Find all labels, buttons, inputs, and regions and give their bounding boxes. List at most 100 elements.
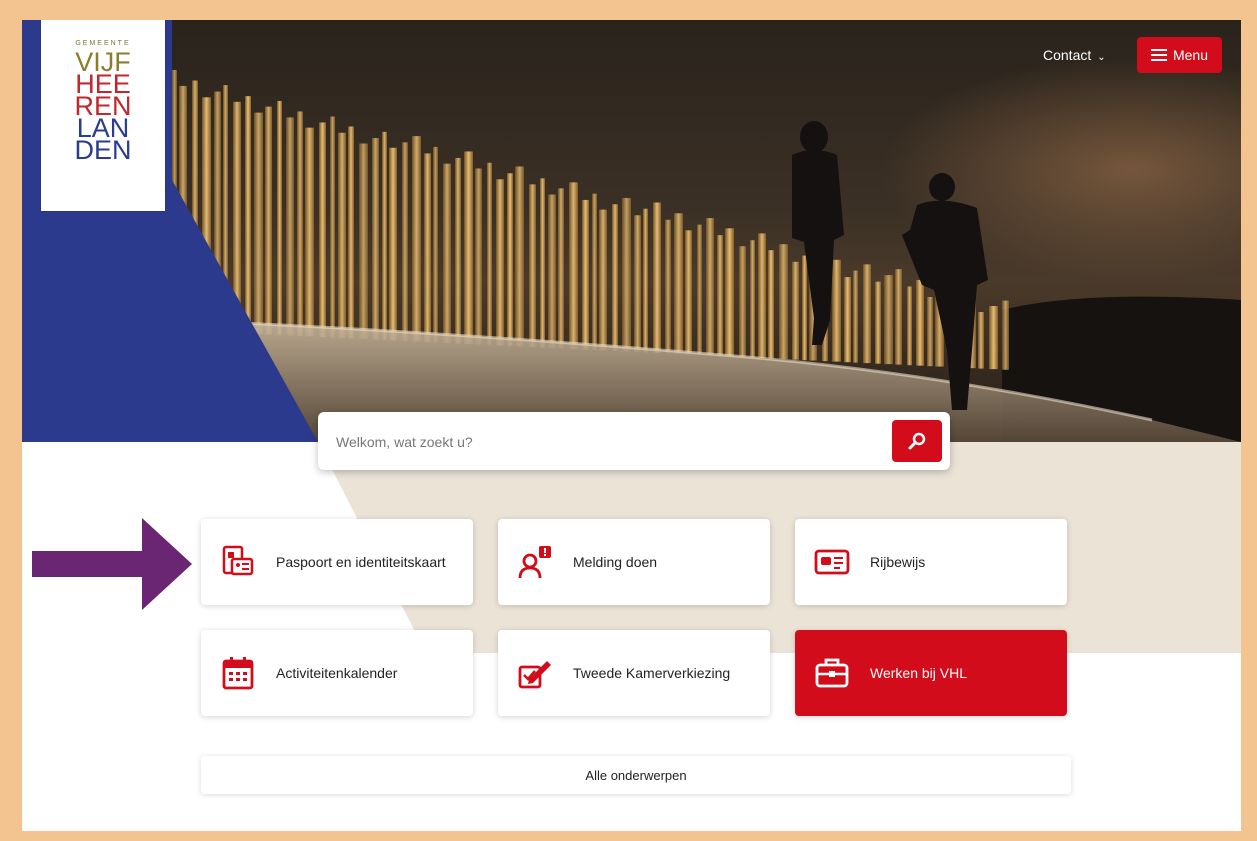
fence-pole [853, 270, 858, 363]
tile-melding[interactable]: Melding doen [498, 519, 770, 605]
fence-pole [665, 219, 671, 354]
fence-pole [634, 215, 641, 353]
fence-pole [433, 146, 438, 343]
fence-pole [192, 80, 198, 331]
contact-dropdown[interactable]: Contact ⌄ [1043, 47, 1106, 63]
fence-pole [548, 194, 556, 349]
fence-pole [622, 197, 631, 352]
fence-pole [305, 127, 314, 337]
tile-rijbewijs[interactable]: Rijbewijs [795, 519, 1067, 605]
fence-pole [802, 255, 807, 361]
fence-pole [685, 230, 692, 355]
fence-pole [348, 126, 354, 339]
fence-pole [725, 228, 734, 357]
report-person-icon [517, 544, 553, 580]
fence-pole [592, 193, 597, 351]
fence-pole [863, 264, 871, 364]
fence-pole [612, 204, 618, 352]
page: GEMEENTE VIJF HEE REN LAN DEN Contact ⌄ M… [22, 20, 1241, 831]
fence-pole [464, 151, 473, 344]
annotation-arrow [32, 518, 192, 610]
fence-pole [487, 162, 492, 346]
search-box [318, 412, 950, 470]
hero-image [22, 20, 1241, 442]
fence-pole [455, 157, 461, 344]
fence-pole [202, 97, 211, 332]
fence-pole [895, 269, 902, 365]
fence-pole [717, 235, 723, 357]
fence-pole [706, 218, 714, 356]
fence-pole [172, 70, 177, 330]
fence-pole [697, 224, 702, 356]
tile-paspoort[interactable]: Paspoort en identiteitskaart [201, 519, 473, 605]
menu-button[interactable]: Menu [1137, 37, 1222, 73]
menu-label: Menu [1172, 47, 1209, 63]
fence-pole [1002, 300, 1009, 370]
fence-pole [768, 250, 774, 359]
fence-pole [359, 143, 368, 339]
fence-pole [540, 178, 545, 348]
fence-pole [254, 112, 263, 334]
fence-pole [884, 275, 893, 365]
fence-pole [989, 306, 998, 370]
fence-pole [758, 233, 766, 359]
tile-activiteitenkalender[interactable]: Activiteitenkalender [201, 630, 473, 716]
fence-pole [779, 244, 788, 360]
fence-pole [927, 296, 933, 367]
fence-pole [674, 213, 683, 355]
fence-pole [402, 142, 408, 342]
logo-prefix: GEMEENTE [75, 40, 131, 47]
fence-pole [319, 122, 326, 338]
tile-werken-bij-vhl[interactable]: Werken bij VHL [795, 630, 1067, 716]
fence-pole [844, 277, 851, 363]
fence-pole [286, 117, 294, 336]
fence-pole [907, 286, 912, 366]
fence-pole [529, 184, 536, 348]
fence-pole [569, 182, 578, 350]
fence-pole [978, 312, 984, 369]
passport-id-icon [220, 544, 256, 580]
fence-pole [277, 100, 282, 336]
fence-pole [496, 179, 504, 346]
chevron-down-icon: ⌄ [1097, 52, 1106, 63]
hero-photo-illustration [171, 70, 1241, 442]
fence-pole [372, 138, 379, 340]
search-button[interactable] [892, 420, 942, 462]
contact-label: Contact [1043, 47, 1092, 63]
tile-label: Melding doen [573, 554, 658, 570]
fence-pole [916, 279, 924, 366]
tile-tweede-kamerverkiezing[interactable]: Tweede Kamerverkiezing [498, 630, 770, 716]
fence-pole [475, 168, 482, 345]
fence-pole [424, 153, 431, 343]
logo-line-5: DEN [74, 135, 132, 165]
fence-pole [599, 209, 607, 351]
fence-pole [245, 96, 251, 334]
fence-pole [739, 246, 746, 358]
fence-pole [443, 163, 451, 343]
fence-pole [214, 91, 221, 333]
search-icon [908, 432, 926, 450]
fence-pole [653, 202, 661, 354]
fence-pole [338, 132, 346, 338]
tile-label: Activiteitenkalender [276, 665, 398, 681]
fence-pole [382, 131, 387, 341]
driving-license-icon [814, 544, 850, 580]
fence-pole [330, 116, 335, 338]
ballot-pen-icon [517, 655, 553, 691]
tile-label: Werken bij VHL [870, 665, 968, 681]
all-topics-button[interactable]: Alle onderwerpen [201, 756, 1071, 794]
search-input[interactable] [334, 422, 878, 462]
fence-pole [582, 199, 589, 350]
fence-pole [179, 85, 187, 331]
fence-pole [875, 281, 881, 364]
briefcase-icon [814, 655, 850, 691]
fence-pole [389, 147, 397, 341]
fence-pole [265, 106, 272, 335]
fence-pole [832, 259, 841, 362]
tile-label: Tweede Kamerverkiezing [573, 665, 731, 681]
fence-pole [297, 111, 303, 336]
hamburger-icon [1150, 49, 1167, 61]
municipality-logo[interactable]: GEMEENTE VIJF HEE REN LAN DEN [41, 20, 165, 211]
calendar-icon [220, 655, 256, 691]
fence-pole [223, 85, 228, 333]
